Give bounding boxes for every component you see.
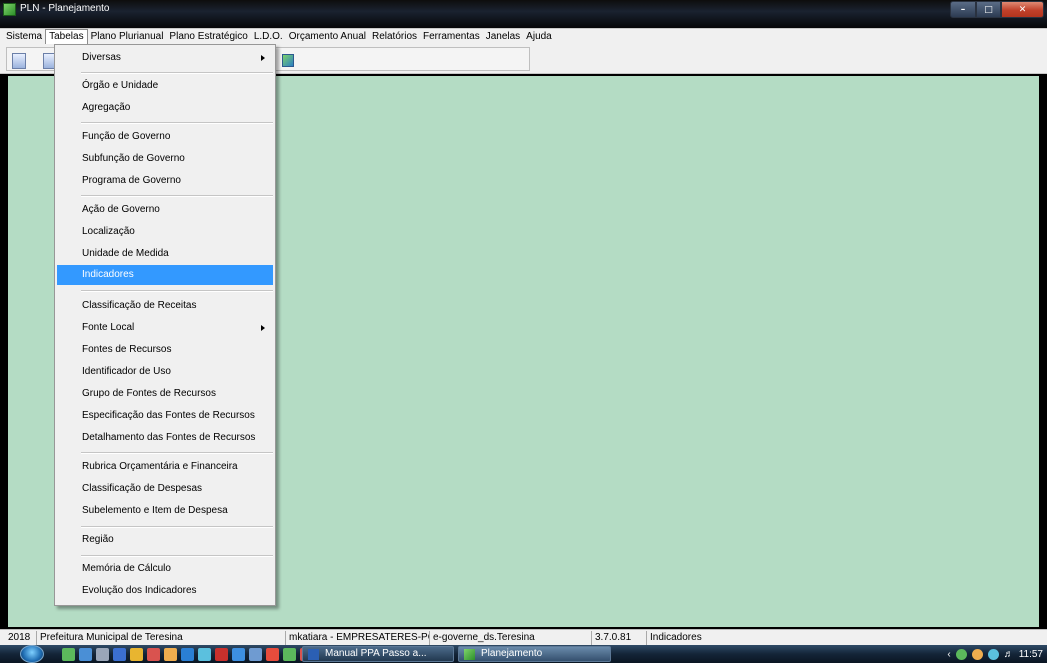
menu-separator	[81, 72, 273, 74]
quick-launch-icon[interactable]	[283, 648, 296, 661]
menu-ldo[interactable]: L.D.O.	[251, 29, 286, 44]
quick-launch-icon[interactable]	[113, 648, 126, 661]
menu-separator	[81, 122, 273, 124]
quick-launch-icon[interactable]	[164, 648, 177, 661]
menu-item-indicadores[interactable]: Indicadores	[57, 265, 273, 285]
menu-item-fonte-local[interactable]: Fonte Local	[57, 318, 273, 338]
menu-item-unidade-medida[interactable]: Unidade de Medida	[57, 244, 273, 264]
quick-launch-icon[interactable]	[62, 648, 75, 661]
taskbar: Manual PPA Passo a... Planejamento ‹ ♬ 1…	[0, 645, 1047, 663]
quick-launch-icon[interactable]	[198, 648, 211, 661]
menu-item-orgao-unidade[interactable]: Órgão e Unidade	[57, 76, 273, 96]
menu-item-subfuncao-governo[interactable]: Subfunção de Governo	[57, 149, 273, 169]
status-bar: 2018 Prefeitura Municipal de Teresina mk…	[0, 629, 1047, 645]
menu-item-acao-governo[interactable]: Ação de Governo	[57, 200, 273, 220]
menu-relatorios[interactable]: Relatórios	[369, 29, 420, 44]
menu-item-label: Diversas	[82, 52, 121, 63]
menu-item-fontes-recursos[interactable]: Fontes de Recursos	[57, 340, 273, 360]
menu-item-programa-governo[interactable]: Programa de Governo	[57, 171, 273, 191]
speaker-icon[interactable]: ♬	[1004, 649, 1014, 660]
clock[interactable]: 11:57	[1019, 649, 1043, 660]
quick-launch-icon[interactable]	[266, 648, 279, 661]
window-title-bar[interactable]: PLN - Planejamento – □ ✕	[0, 0, 1047, 28]
menu-item-memoria-calculo[interactable]: Memória de Cálculo	[57, 559, 273, 579]
quick-launch-icon[interactable]	[79, 648, 92, 661]
menu-tabelas[interactable]: Tabelas	[45, 29, 88, 44]
menu-separator	[81, 526, 273, 528]
taskbar-item-label: Manual PPA Passo a...	[325, 648, 427, 659]
close-button[interactable]: ✕	[1001, 1, 1044, 18]
menu-orcamento-anual[interactable]: Orçamento Anual	[286, 29, 369, 44]
status-user: mkatiara - EMPRESATERES-PC	[286, 631, 430, 645]
menu-ajuda[interactable]: Ajuda	[523, 29, 555, 44]
status-database: e-governe_ds.Teresina	[430, 631, 592, 645]
quick-launch	[62, 648, 330, 661]
maximize-button[interactable]: □	[976, 1, 1001, 18]
quick-launch-icon[interactable]	[147, 648, 160, 661]
menu-item-classificacao-despesas[interactable]: Classificação de Despesas	[57, 479, 273, 499]
quick-launch-icon[interactable]	[249, 648, 262, 661]
tabelas-dropdown-menu: Diversas Órgão e Unidade Agregação Funçã…	[54, 44, 276, 606]
calculator-icon[interactable]	[12, 53, 26, 69]
submenu-arrow-icon	[261, 325, 265, 331]
menu-plano-plurianual[interactable]: Plano Plurianual	[88, 29, 167, 44]
network-icon[interactable]	[955, 648, 967, 660]
window-title: PLN - Planejamento	[20, 3, 110, 14]
status-current: Indicadores	[650, 632, 702, 643]
menu-separator	[81, 452, 273, 454]
app-toolbar-icon[interactable]	[282, 54, 294, 67]
menu-item-grupo-fontes[interactable]: Grupo de Fontes de Recursos	[57, 384, 273, 404]
quick-launch-icon[interactable]	[181, 648, 194, 661]
menu-item-funcao-governo[interactable]: Função de Governo	[57, 127, 273, 147]
minimize-button[interactable]: –	[950, 1, 976, 18]
status-entity: Prefeitura Municipal de Teresina	[37, 631, 286, 645]
taskbar-item-manual[interactable]: Manual PPA Passo a...	[302, 646, 454, 662]
menu-plano-estrategico[interactable]: Plano Estratégico	[166, 29, 250, 44]
menu-separator	[81, 195, 273, 197]
app-icon	[3, 3, 16, 16]
taskbar-item-planejamento[interactable]: Planejamento	[458, 646, 611, 662]
system-tray: ‹ ♬ 11:57	[947, 646, 1047, 662]
menu-item-identificador-uso[interactable]: Identificador de Uso	[57, 362, 273, 382]
menu-item-regiao[interactable]: Região	[57, 530, 273, 550]
quick-launch-icon[interactable]	[130, 648, 143, 661]
menu-item-especificacao-fontes[interactable]: Especificação das Fontes de Recursos	[57, 406, 273, 426]
menu-item-diversas[interactable]: Diversas	[57, 48, 273, 68]
menu-item-evolucao-indicadores[interactable]: Evolução dos Indicadores	[57, 581, 273, 601]
menu-bar: Sistema Tabelas Plano Plurianual Plano E…	[0, 28, 1047, 44]
menu-separator	[81, 290, 273, 292]
menu-item-label: Fonte Local	[82, 322, 135, 333]
quick-launch-icon[interactable]	[232, 648, 245, 661]
menu-separator	[81, 555, 273, 557]
chevron-left-icon[interactable]: ‹	[947, 649, 950, 660]
quick-launch-icon[interactable]	[215, 648, 228, 661]
status-version: 3.7.0.81	[592, 631, 647, 645]
taskbar-item-label: Planejamento	[481, 648, 543, 659]
menu-item-detalhamento-fontes[interactable]: Detalhamento das Fontes de Recursos	[57, 428, 273, 448]
tray-app-icon[interactable]	[971, 648, 983, 660]
start-button[interactable]	[20, 645, 44, 663]
menu-item-classificacao-receitas[interactable]: Classificação de Receitas	[57, 296, 273, 316]
menu-janelas[interactable]: Janelas	[483, 29, 523, 44]
menu-ferramentas[interactable]: Ferramentas	[420, 29, 483, 44]
app-icon	[464, 649, 475, 660]
menu-item-rubrica[interactable]: Rubrica Orçamentária e Financeira	[57, 457, 273, 477]
window-controls: – □ ✕	[950, 1, 1044, 18]
tray-app-icon[interactable]	[987, 648, 999, 660]
menu-item-localizacao[interactable]: Localização	[57, 222, 273, 242]
status-year: 2018	[5, 631, 37, 645]
menu-item-subelemento[interactable]: Subelemento e Item de Despesa	[57, 501, 273, 521]
word-document-icon	[308, 649, 319, 660]
menu-item-agregacao[interactable]: Agregação	[57, 98, 273, 118]
quick-launch-icon[interactable]	[96, 648, 109, 661]
submenu-arrow-icon	[261, 55, 265, 61]
menu-sistema[interactable]: Sistema	[3, 29, 45, 44]
